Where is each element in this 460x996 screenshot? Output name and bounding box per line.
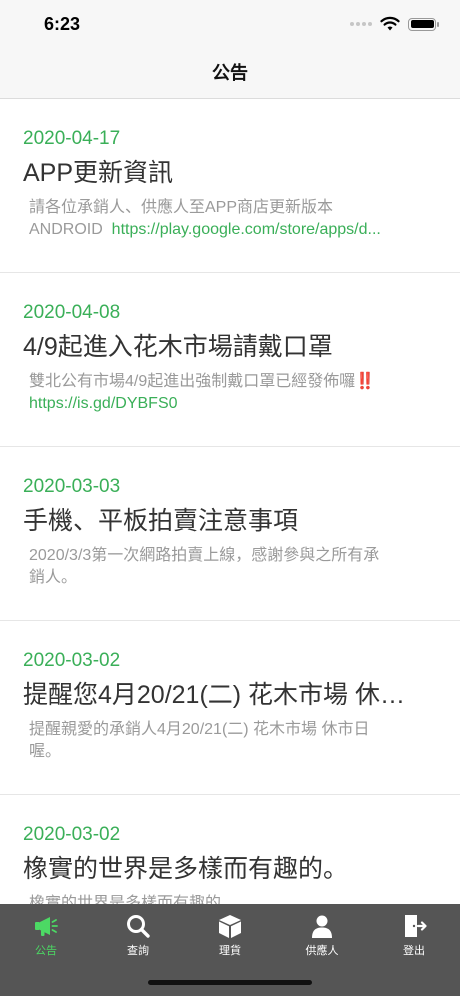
- status-icons: [350, 16, 439, 32]
- announcement-item[interactable]: 2020-04-08 4/9起進入花木市場請戴口罩 雙北公有市場4/9起進出強制…: [0, 273, 460, 447]
- tab-label: 理貨: [219, 945, 241, 957]
- status-bar: 6:23: [0, 0, 460, 50]
- announcement-list[interactable]: 2020-04-17 APP更新資訊 請各位承銷人、供應人至APP商店更新版本 …: [0, 99, 460, 904]
- announcement-body-line: 請各位承銷人、供應人至APP商店更新版本: [29, 199, 334, 216]
- announcement-body-line: 雙北公有市場4/9起進出強制戴口罩已經發佈囉‼️: [29, 373, 376, 390]
- person-icon: [312, 915, 332, 938]
- announcement-item[interactable]: 2020-04-17 APP更新資訊 請各位承銷人、供應人至APP商店更新版本 …: [0, 99, 460, 273]
- tab-label: 查詢: [127, 945, 149, 957]
- tab-label: 登出: [403, 945, 425, 957]
- announcement-body: 2020/3/3第一次網路拍賣上線，感謝參與之所有承 銷人。: [23, 541, 437, 589]
- announcement-date: 2020-03-02: [23, 824, 121, 845]
- announcement-body: 橡實的世界是多樣而有趣的: [23, 889, 437, 904]
- megaphone-icon: [35, 917, 58, 936]
- announcement-body: 提醒親愛的承銷人4月20/21(二) 花木市場 休市日 喔。: [23, 715, 437, 763]
- announcement-title: APP更新資訊: [23, 159, 174, 187]
- navigation-bar: 公告: [0, 50, 460, 99]
- announcement-body-line: 提醒親愛的承銷人4月20/21(二) 花木市場 休市日: [29, 721, 370, 738]
- announcement-title: 橡實的世界是多樣而有趣的。: [23, 855, 349, 883]
- announcement-date: 2020-04-08: [23, 302, 121, 323]
- announcement-link[interactable]: https://is.gd/DYBFS0: [29, 393, 437, 415]
- announcement-item[interactable]: 2020-03-02 橡實的世界是多樣而有趣的。 橡實的世界是多樣而有趣的: [0, 795, 460, 904]
- tab-announcements[interactable]: 公告: [0, 904, 92, 996]
- search-icon: [127, 915, 150, 938]
- announcement-body-line: 喔。: [29, 743, 62, 760]
- logout-icon: [405, 915, 427, 937]
- announcement-title: 提醒您4月20/21(二) 花木市場 休…: [23, 681, 406, 709]
- tab-label: 供應人: [305, 945, 339, 957]
- page-title: 公告: [212, 63, 248, 83]
- status-time: 6:23: [44, 14, 81, 34]
- announcement-body: 請各位承銷人、供應人至APP商店更新版本 ANDROID https://pla…: [23, 193, 437, 241]
- announcement-title: 4/9起進入花木市場請戴口罩: [23, 333, 333, 361]
- tab-logout[interactable]: 登出: [368, 904, 460, 996]
- announcement-date: 2020-03-02: [23, 650, 121, 671]
- tab-label: 公告: [35, 945, 57, 957]
- announcement-date: 2020-04-17: [23, 128, 121, 149]
- announcement-title: 手機、平板拍賣注意事項: [23, 507, 299, 535]
- announcement-date: 2020-03-03: [23, 476, 121, 497]
- announcement-body-prefix: ANDROID: [29, 221, 103, 238]
- announcement-body-line: ANDROID https://play.google.com/store/ap…: [29, 219, 437, 241]
- wifi-icon: [380, 16, 400, 31]
- home-indicator: [148, 980, 312, 985]
- announcement-link[interactable]: https://play.google.com/store/apps/d...: [112, 221, 381, 238]
- announcement-body-line: 銷人。: [29, 569, 78, 586]
- battery-icon: [408, 17, 439, 31]
- signal-icon: [350, 22, 372, 26]
- announcement-item[interactable]: 2020-03-02 提醒您4月20/21(二) 花木市場 休… 提醒親愛的承銷…: [0, 621, 460, 795]
- announcement-body-line: 橡實的世界是多樣而有趣的: [29, 895, 222, 904]
- announcement-body: 雙北公有市場4/9起進出強制戴口罩已經發佈囉‼️ https://is.gd/D…: [23, 367, 437, 415]
- announcement-item[interactable]: 2020-03-03 手機、平板拍賣注意事項 2020/3/3第一次網路拍賣上線…: [0, 447, 460, 621]
- announcement-body-line: 2020/3/3第一次網路拍賣上線，感謝參與之所有承: [29, 547, 380, 564]
- box-icon: [219, 915, 241, 938]
